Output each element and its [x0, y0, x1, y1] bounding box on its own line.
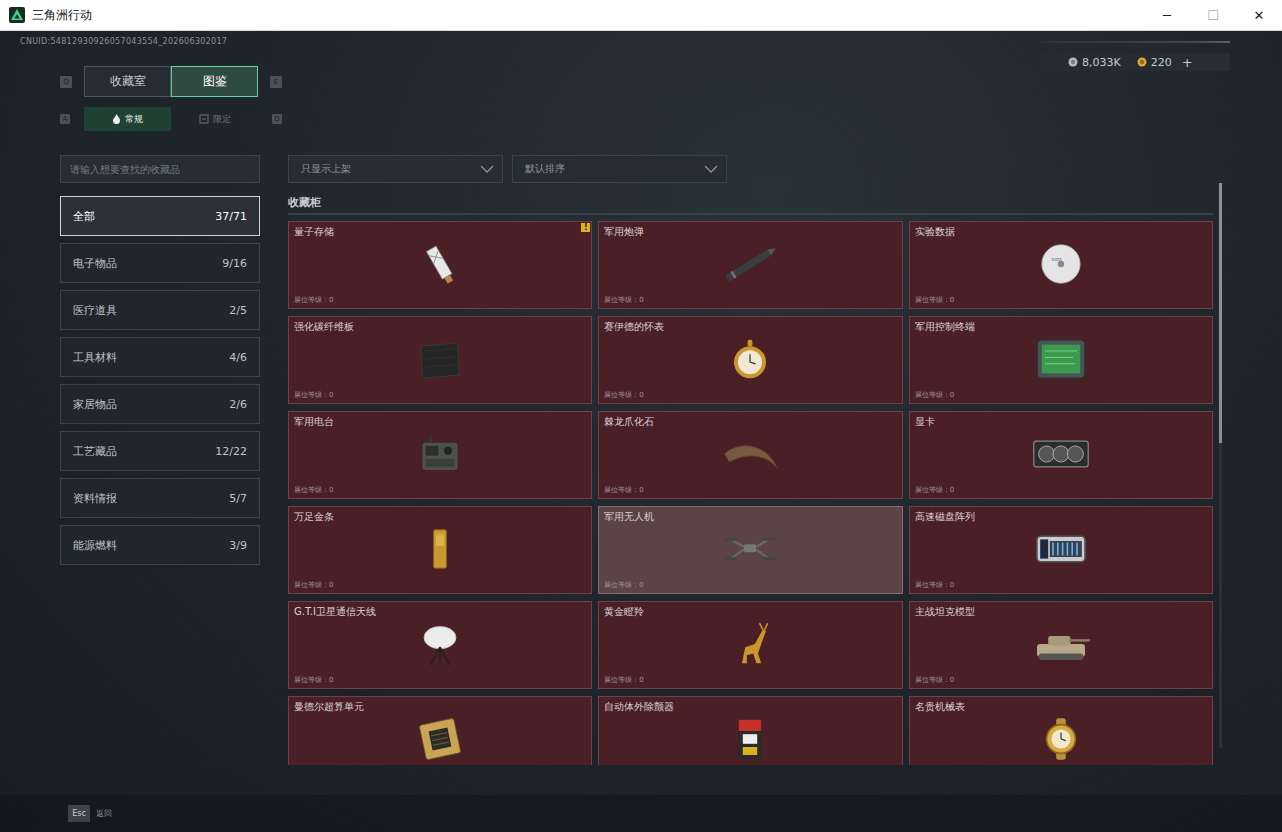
category-item[interactable]: 全部37/71 — [60, 196, 260, 236]
collection-card[interactable]: 强化碳纤维板展位等级：0 — [288, 316, 592, 404]
flame-icon — [112, 114, 121, 124]
collection-card[interactable]: 实验数据DATA展位等级：0 — [909, 221, 1213, 309]
currency-item: 8,033K — [1068, 56, 1121, 69]
collection-card[interactable]: 军用无人机展位等级：0 — [598, 506, 902, 594]
app-window: 三角洲行动─☐✕CNUID:54812930926057043554_20260… — [0, 0, 1282, 832]
collection-card[interactable]: 军用控制终端展位等级：0 — [909, 316, 1213, 404]
chevron-down-icon — [480, 165, 494, 173]
window-control-button[interactable]: ✕ — [1236, 0, 1282, 30]
collection-card[interactable]: G.T.I卫星通信天线展位等级：0 — [288, 601, 592, 689]
control-terminal-icon — [1029, 335, 1093, 383]
window-control-button[interactable]: ─ — [1144, 0, 1190, 30]
disc-icon: DATA — [1029, 240, 1093, 288]
footer-bar: Esc返回 — [0, 795, 1282, 832]
collection-card[interactable]: 主战坦克模型展位等级：0 — [909, 601, 1213, 689]
radio-icon — [408, 430, 472, 478]
search-input[interactable] — [60, 155, 260, 183]
silver-coin-icon — [1068, 57, 1078, 67]
filter-dropdown[interactable]: 默认排序 — [512, 155, 727, 183]
gold-coin-icon — [1137, 57, 1147, 67]
collection-card[interactable]: 军用电台展位等级：0 — [288, 411, 592, 499]
section-title: 收藏柜 — [288, 195, 1213, 215]
window-title: 三角洲行动 — [32, 7, 92, 24]
key-hint: D — [272, 114, 282, 124]
collection-card[interactable]: 显卡展位等级：0 — [909, 411, 1213, 499]
title-bar: 三角洲行动 ─☐✕ — [0, 0, 1282, 31]
game-area: CNUID:54812930926057043554_202606302017 Q… — [0, 31, 1282, 832]
key-hint: Q — [60, 76, 72, 88]
filter-dropdown[interactable]: 只显示上架 — [288, 155, 503, 183]
back-button[interactable]: Esc返回 — [62, 804, 118, 823]
limited-icon — [199, 114, 209, 124]
collection-card[interactable]: 高速磁盘阵列展位等级：0 — [909, 506, 1213, 594]
currency-bar: 8,033K 220+ — [1040, 53, 1230, 71]
chevron-down-icon — [704, 165, 718, 173]
main-tab[interactable]: 图鉴 — [171, 66, 258, 97]
gold-bar-icon — [408, 525, 472, 573]
uid-label: CNUID:54812930926057043554_202606302017 — [20, 37, 282, 47]
artillery-shell-icon — [718, 240, 782, 288]
sub-tab[interactable]: 常规 — [84, 107, 171, 131]
svg-text:DATA: DATA — [1051, 257, 1062, 262]
drone-icon — [718, 525, 782, 573]
collection-card[interactable]: 黄金瞪羚展位等级：0 — [598, 601, 902, 689]
category-item[interactable]: 家居物品2/6 — [60, 384, 260, 424]
wristwatch-icon — [1029, 715, 1093, 763]
satellite-dish-icon — [408, 620, 472, 668]
claw-fossil-icon — [718, 430, 782, 478]
collection-card[interactable]: 万足金条展位等级：0 — [288, 506, 592, 594]
category-sidebar: 全部37/71 电子物品9/16 医疗道具2/5 工具材料4/6 家居物品2/6 工艺藏品… — [60, 155, 260, 765]
alert-badge: ! — [581, 223, 590, 232]
collection-card[interactable]: 曼德尔超算单元 — [288, 696, 592, 765]
collection-card[interactable]: 棘龙爪化石展位等级：0 — [598, 411, 902, 499]
key-hint: A — [60, 114, 70, 124]
key-hint: E — [270, 76, 282, 88]
collection-panel: 只显示上架默认排序收藏柜量子存储展位等级：0!军用炮弹展位等级：0实验数据DAT… — [288, 155, 1223, 765]
category-item[interactable]: 医疗道具2/5 — [60, 290, 260, 330]
sub-tab[interactable]: 限定 — [171, 107, 258, 131]
collection-card[interactable]: 军用炮弹展位等级：0 — [598, 221, 902, 309]
category-item[interactable]: 电子物品9/16 — [60, 243, 260, 283]
collection-card[interactable]: 自动体外除颤器 — [598, 696, 902, 765]
collection-card[interactable]: 名贵机械表 — [909, 696, 1213, 765]
defibrillator-icon — [718, 715, 782, 763]
game-logo-icon — [9, 7, 25, 23]
tank-icon — [1029, 620, 1093, 668]
main-tab[interactable]: 收藏室 — [84, 66, 171, 97]
chip-icon — [408, 715, 472, 763]
category-item[interactable]: 能源燃料3/9 — [60, 525, 260, 565]
pocket-watch-icon — [718, 335, 782, 383]
category-item[interactable]: 资料情报5/7 — [60, 478, 260, 518]
carbon-plate-icon — [408, 335, 472, 383]
gazelle-icon — [718, 620, 782, 668]
currency-item: 220+ — [1137, 55, 1193, 70]
collection-card[interactable]: 赛伊德的怀表展位等级：0 — [598, 316, 902, 404]
category-item[interactable]: 工艺藏品12/22 — [60, 431, 260, 471]
disk-array-icon — [1029, 525, 1093, 573]
add-currency-button[interactable]: + — [1182, 55, 1193, 70]
window-control-button[interactable]: ☐ — [1190, 0, 1236, 30]
item-grid: 量子存储展位等级：0!军用炮弹展位等级：0实验数据DATA展位等级：0 强化碳纤维… — [288, 221, 1213, 765]
collection-card[interactable]: 量子存储展位等级：0! — [288, 221, 592, 309]
usb-drive-icon — [408, 240, 472, 288]
graphics-card-icon — [1029, 430, 1093, 478]
scrollbar[interactable] — [1219, 183, 1222, 748]
category-item[interactable]: 工具材料4/6 — [60, 337, 260, 377]
